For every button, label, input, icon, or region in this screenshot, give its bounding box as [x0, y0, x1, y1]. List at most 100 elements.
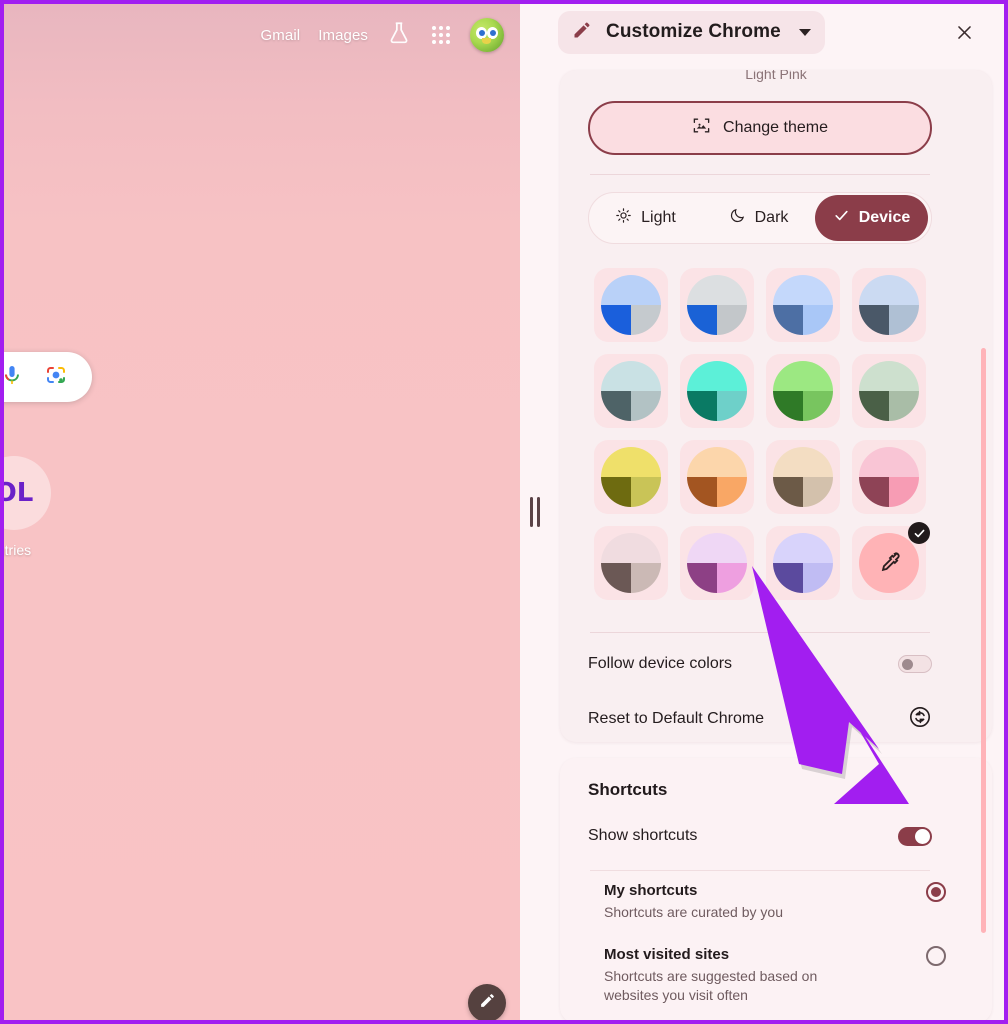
reset-icon[interactable]	[908, 705, 932, 734]
mode-dark-label: Dark	[754, 209, 789, 226]
swatch-circle	[773, 447, 833, 507]
swatch-top	[773, 533, 833, 563]
option-my-shortcuts[interactable]: My shortcuts Shortcuts are curated by yo…	[604, 882, 946, 922]
gmail-link[interactable]: Gmail	[261, 27, 301, 44]
mode-device-label: Device	[858, 209, 911, 226]
search-box[interactable]	[4, 352, 92, 402]
option-my-shortcuts-desc: Shortcuts are curated by you	[604, 904, 783, 920]
appearance-card: Light Pink Change theme Light Dark Devic…	[560, 70, 992, 742]
swatch-circle	[859, 533, 919, 593]
mode-light-label: Light	[641, 209, 676, 226]
mode-dark[interactable]: Dark	[702, 193, 815, 243]
divider	[590, 870, 930, 871]
swatch-top	[687, 533, 747, 563]
google-apps-icon[interactable]	[430, 24, 452, 46]
follow-device-colors-label: Follow device colors	[588, 655, 733, 672]
radio-my-shortcuts[interactable]	[926, 882, 946, 902]
swatch-bottom-left	[773, 391, 803, 421]
swatch-custom-color[interactable]	[846, 520, 932, 606]
swatch-circle	[601, 275, 661, 335]
swatch-bottom-right	[631, 477, 661, 507]
swatch-bottom-left	[859, 305, 889, 335]
color-mode-switch: Light Dark Device	[588, 192, 932, 244]
panel-title-chip[interactable]: Customize Chrome	[558, 10, 825, 54]
microphone-icon[interactable]	[4, 363, 24, 392]
follow-device-colors-row[interactable]: Follow device colors	[588, 642, 932, 686]
show-shortcuts-toggle[interactable]	[898, 826, 932, 846]
swatch-circle	[601, 447, 661, 507]
swatch-bottom-left	[687, 391, 717, 421]
shortcut-label: ntries	[4, 542, 32, 558]
option-most-visited[interactable]: Most visited sites Shortcuts are suggest…	[604, 946, 946, 1005]
swatch-brown[interactable]	[760, 434, 846, 520]
swatch-top	[773, 361, 833, 391]
swatch-bottom-right	[889, 305, 919, 335]
swatch-circle	[859, 361, 919, 421]
swatch-teal[interactable]	[674, 348, 760, 434]
swatch-circle	[859, 275, 919, 335]
swatch-bottom-left	[773, 563, 803, 593]
swatch-mauve[interactable]	[588, 520, 674, 606]
pencil-icon	[572, 20, 592, 45]
follow-device-colors-toggle[interactable]	[898, 655, 932, 673]
profile-avatar[interactable]	[470, 18, 504, 52]
swatch-bottom-right	[803, 477, 833, 507]
swatch-green[interactable]	[760, 348, 846, 434]
swatch-bottom-left	[773, 305, 803, 335]
panel-resize-handle[interactable]	[520, 4, 550, 1020]
swatch-bottom-left	[859, 477, 889, 507]
swatch-aqua-grey[interactable]	[588, 348, 674, 434]
drag-handle-icon	[530, 497, 540, 527]
image-icon	[692, 116, 711, 140]
swatch-yellow[interactable]	[588, 434, 674, 520]
swatch-slate-blue[interactable]	[846, 262, 932, 348]
swatch-violet[interactable]	[674, 520, 760, 606]
reset-default-row[interactable]: Reset to Default Chrome	[588, 697, 932, 741]
panel-scrollbar[interactable]	[981, 348, 986, 933]
swatch-sage[interactable]	[846, 348, 932, 434]
swatch-grey-blue[interactable]	[674, 262, 760, 348]
swatch-purple[interactable]	[760, 520, 846, 606]
swatch-top	[773, 447, 833, 477]
ntp-top-bar: Gmail Images	[4, 4, 520, 66]
chevron-down-icon[interactable]	[798, 28, 811, 36]
images-link[interactable]: Images	[318, 27, 368, 44]
reset-default-label: Reset to Default Chrome	[588, 710, 765, 727]
mode-light[interactable]: Light	[589, 193, 702, 243]
sun-icon	[615, 207, 632, 229]
swatch-bottom-right	[631, 391, 661, 421]
swatch-bottom-right	[889, 391, 919, 421]
labs-flask-icon[interactable]	[386, 19, 412, 52]
swatch-bottom-right	[803, 305, 833, 335]
appearance-card-inner: Light Pink Change theme Light Dark Devic…	[560, 70, 992, 742]
swatch-pink-red[interactable]	[846, 434, 932, 520]
swatch-orange[interactable]	[674, 434, 760, 520]
swatch-bottom-right	[631, 305, 661, 335]
shortcut-tile[interactable]: OL ntries	[4, 456, 70, 568]
divider	[590, 632, 930, 633]
swatch-circle	[773, 275, 833, 335]
swatch-blue-grey[interactable]	[588, 262, 674, 348]
swatch-top	[859, 447, 919, 477]
swatch-bottom-right	[631, 563, 661, 593]
swatch-bottom-left	[601, 391, 631, 421]
swatch-bottom-left	[773, 477, 803, 507]
swatch-bottom-left	[859, 391, 889, 421]
change-theme-label: Change theme	[723, 119, 828, 136]
shortcuts-section-title: Shortcuts	[588, 780, 668, 799]
mode-device[interactable]: Device	[815, 195, 928, 241]
edit-background-button[interactable]	[468, 984, 506, 1020]
show-shortcuts-row[interactable]: Show shortcuts	[588, 814, 932, 858]
swatch-bottom-right	[717, 477, 747, 507]
swatch-top	[859, 361, 919, 391]
swatch-circle	[687, 447, 747, 507]
google-lens-icon[interactable]	[44, 363, 68, 392]
swatch-selected-check-icon	[908, 522, 930, 544]
swatch-top	[601, 275, 661, 305]
moon-icon	[729, 207, 746, 229]
swatch-top	[601, 533, 661, 563]
radio-most-visited[interactable]	[926, 946, 946, 966]
close-panel-button[interactable]	[950, 18, 978, 46]
swatch-blue-light[interactable]	[760, 262, 846, 348]
change-theme-button[interactable]: Change theme	[588, 101, 932, 155]
